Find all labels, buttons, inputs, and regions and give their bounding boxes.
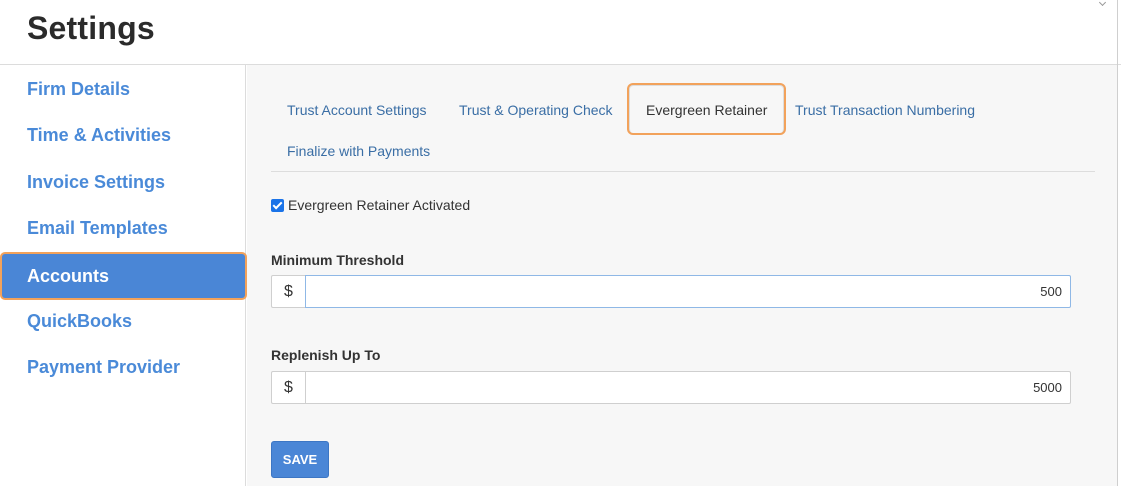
settings-content: Trust Account Settings Trust & Operating… <box>247 65 1117 486</box>
evergreen-activated-row: Evergreen Retainer Activated <box>271 196 470 214</box>
sidebar-item-invoice-settings[interactable]: Invoice Settings <box>0 160 245 204</box>
close-icon[interactable] <box>1098 0 1107 7</box>
minimum-threshold-input[interactable] <box>305 275 1071 308</box>
sidebar-item-firm-details[interactable]: Firm Details <box>0 67 245 111</box>
sidebar-item-quickbooks[interactable]: QuickBooks <box>0 299 245 343</box>
replenish-up-to-input[interactable] <box>305 371 1071 404</box>
sidebar-item-time-activities[interactable]: Time & Activities <box>0 113 245 157</box>
sidebar-item-accounts[interactable]: Accounts <box>2 254 245 298</box>
minimum-threshold-dollar-prefix: $ <box>271 275 305 308</box>
tab-trust-operating-check[interactable]: Trust & Operating Check <box>459 90 613 130</box>
minimum-threshold-label: Minimum Threshold <box>271 252 404 268</box>
tabs-divider <box>271 171 1095 172</box>
tab-finalize-with-payments[interactable]: Finalize with Payments <box>287 131 430 171</box>
window-edge <box>1117 0 1118 486</box>
sidebar-item-email-templates[interactable]: Email Templates <box>0 206 245 250</box>
sidebar-item-payment-provider[interactable]: Payment Provider <box>0 345 245 389</box>
replenish-up-to-dollar-prefix: $ <box>271 371 305 404</box>
replenish-up-to-group: $ <box>271 371 1071 404</box>
page-title: Settings <box>27 10 155 46</box>
evergreen-activated-label: Evergreen Retainer Activated <box>288 197 471 213</box>
evergreen-activated-checkbox[interactable] <box>271 198 284 212</box>
tab-trust-transaction-numbering[interactable]: Trust Transaction Numbering <box>795 90 975 130</box>
settings-header: Settings <box>0 0 1121 65</box>
settings-sidebar: Firm Details Time & Activities Invoice S… <box>0 65 246 486</box>
replenish-up-to-label: Replenish Up To <box>271 347 381 363</box>
tab-evergreen-retainer[interactable]: Evergreen Retainer <box>629 85 785 133</box>
save-button[interactable]: SAVE <box>271 441 329 478</box>
minimum-threshold-group: $ <box>271 275 1071 308</box>
tab-trust-account-settings[interactable]: Trust Account Settings <box>287 90 427 130</box>
